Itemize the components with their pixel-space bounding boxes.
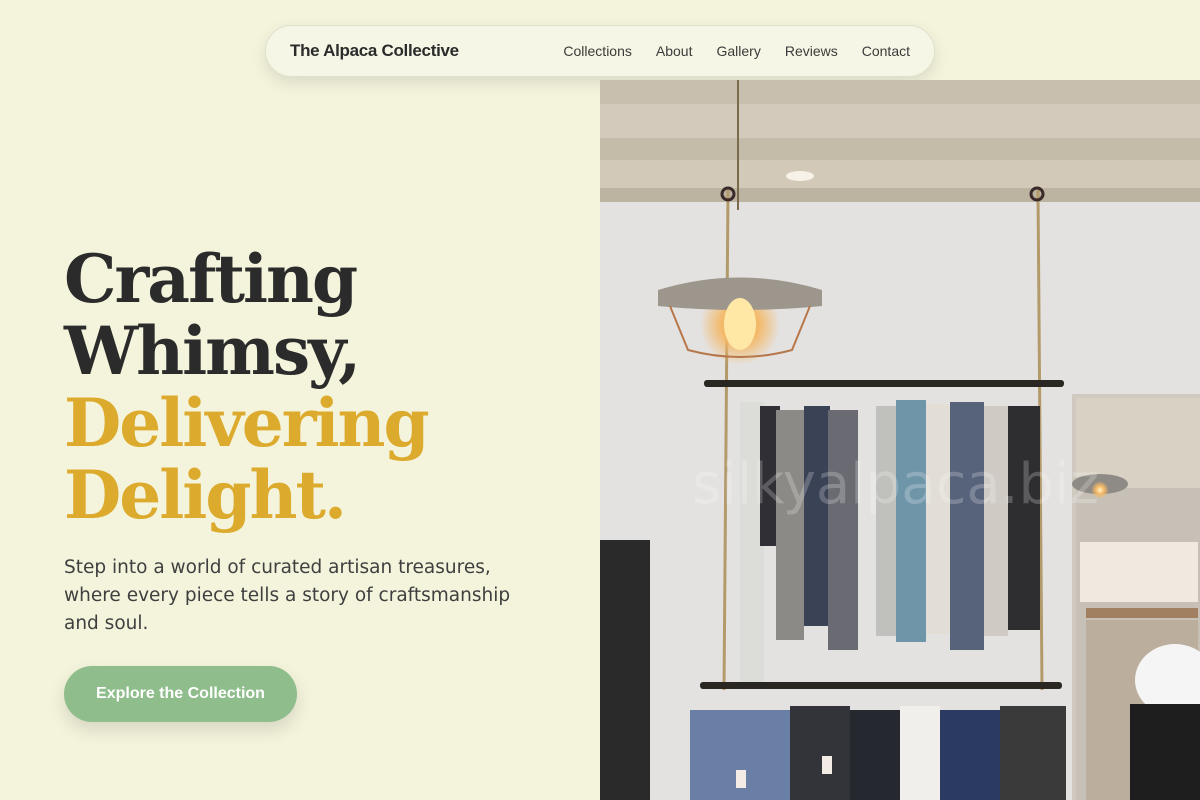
explore-collection-button[interactable]: Explore the Collection — [64, 666, 297, 722]
top-nav: The Alpaca Collective Collections About … — [265, 25, 935, 77]
hero-image: silkyalpaca.biz — [600, 80, 1200, 800]
nav-link-reviews[interactable]: Reviews — [785, 43, 838, 59]
image-watermark: silkyalpaca.biz — [692, 452, 1100, 517]
brand-logo[interactable]: The Alpaca Collective — [290, 41, 459, 61]
headline-line-3: Delivering — [64, 384, 430, 462]
nav-link-about[interactable]: About — [656, 43, 693, 59]
headline-line-2: Whimsy, — [64, 312, 361, 390]
headline-line-1: Crafting — [64, 240, 358, 318]
nav-link-collections[interactable]: Collections — [563, 43, 631, 59]
hero-headline: Crafting Whimsy, Delivering Delight. — [64, 243, 564, 531]
headline-line-4: Delight. — [64, 456, 347, 534]
hero-subtitle: Step into a world of curated artisan tre… — [64, 557, 511, 634]
hero-text: Crafting Whimsy, Delivering Delight. Ste… — [64, 243, 564, 638]
boutique-photo — [600, 80, 1200, 800]
nav-links: Collections About Gallery Reviews Contac… — [563, 43, 910, 59]
nav-link-contact[interactable]: Contact — [862, 43, 910, 59]
nav-link-gallery[interactable]: Gallery — [716, 43, 760, 59]
